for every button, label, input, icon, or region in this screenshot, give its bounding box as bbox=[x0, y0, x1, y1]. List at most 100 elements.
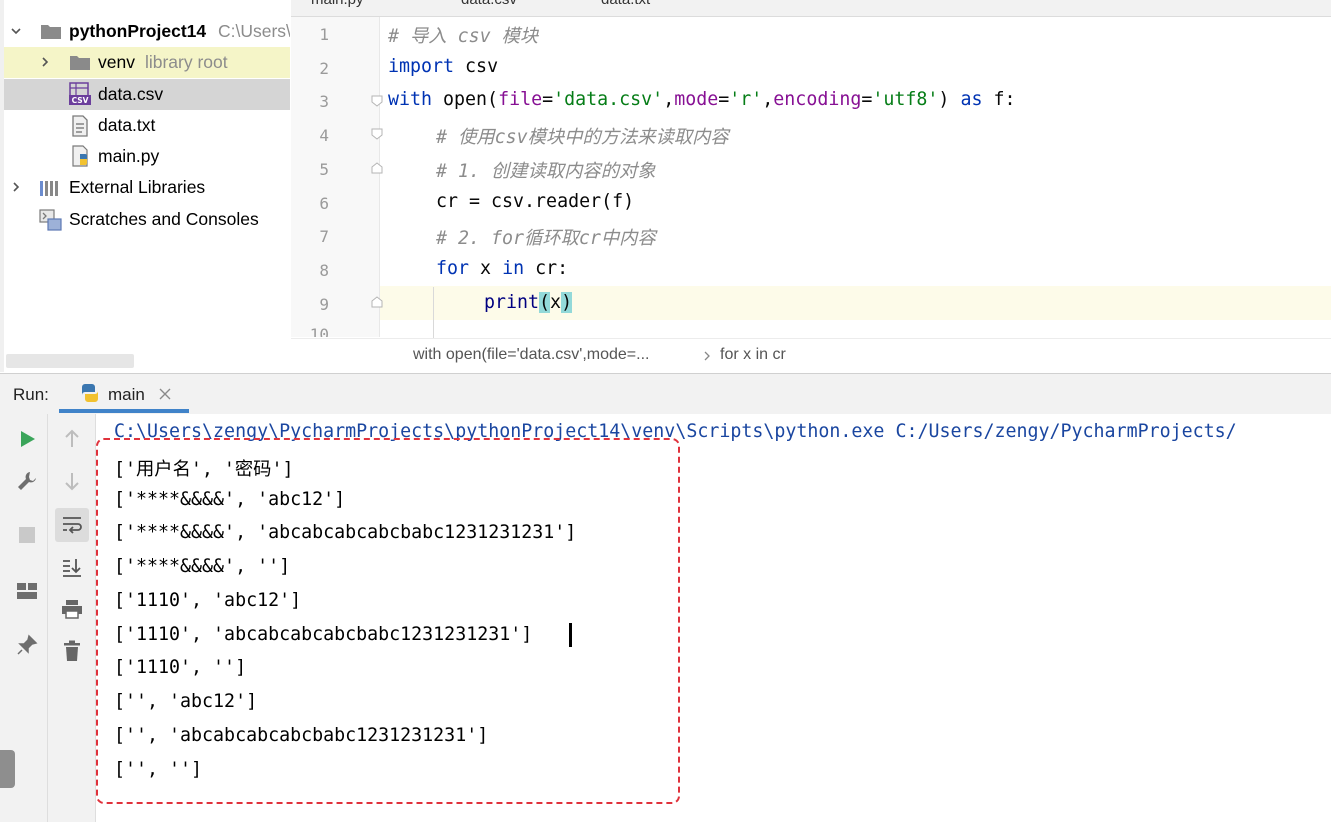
stop-icon bbox=[19, 527, 35, 543]
tree-item-main-py[interactable]: main.py bbox=[0, 141, 290, 172]
arrow-up-icon bbox=[65, 429, 79, 447]
tree-root[interactable]: pythonProject14 C:\Users\ bbox=[0, 16, 290, 47]
tab-main-py[interactable]: main.py bbox=[311, 0, 364, 8]
code-token: = bbox=[542, 89, 554, 110]
soft-wrap-button[interactable] bbox=[55, 508, 89, 542]
arrow-down-icon bbox=[65, 473, 79, 491]
soft-wrap-icon bbox=[63, 517, 82, 534]
breadcrumb-item[interactable]: with open(file='data.csv',mode=... bbox=[413, 346, 649, 364]
next-occurrence-button[interactable] bbox=[57, 466, 87, 496]
chevron-right-icon[interactable] bbox=[11, 182, 21, 192]
trash-icon bbox=[64, 640, 80, 661]
restore-layout-button[interactable] bbox=[12, 576, 42, 606]
project-horizontal-scrollbar[interactable] bbox=[6, 354, 134, 368]
tab-data-txt[interactable]: data.txt bbox=[601, 0, 650, 8]
code-line-6[interactable]: cr = csv.reader(f) bbox=[436, 191, 634, 212]
tree-item-venv[interactable]: venv library root bbox=[0, 47, 290, 78]
code-token: csv bbox=[454, 56, 499, 77]
clear-all-button[interactable] bbox=[57, 636, 87, 666]
breadcrumb-item[interactable]: for x in cr bbox=[720, 346, 786, 364]
line-number: 7 bbox=[319, 227, 329, 246]
line-number: 9 bbox=[319, 295, 329, 314]
side-panel-handle[interactable] bbox=[0, 750, 15, 788]
csv-file-icon: CSV bbox=[69, 82, 91, 105]
code-line-7[interactable]: # 2. for循环取cr中内容 bbox=[436, 224, 656, 250]
code-token: open( bbox=[432, 89, 499, 110]
text-file-icon bbox=[72, 115, 88, 137]
run-icon bbox=[21, 431, 35, 447]
code-token: encoding bbox=[773, 89, 862, 110]
tree-item-label: Scratches and Consoles bbox=[69, 209, 259, 229]
code-token: , bbox=[762, 89, 774, 110]
code-line-2[interactable]: import csv bbox=[388, 56, 498, 77]
fold-end-marker-icon[interactable] bbox=[371, 296, 383, 308]
output-highlight-box bbox=[96, 438, 680, 804]
wrench-icon bbox=[18, 472, 36, 490]
run-header: Run: main bbox=[0, 373, 1331, 414]
stop-button[interactable] bbox=[12, 520, 42, 550]
run-toolbar-secondary bbox=[48, 414, 96, 822]
code-token: 'data.csv' bbox=[553, 89, 664, 110]
run-tab-main[interactable]: main bbox=[108, 385, 145, 405]
scroll-end-icon bbox=[63, 559, 81, 577]
code-token: x bbox=[550, 292, 562, 313]
tree-item-external-libraries[interactable]: External Libraries bbox=[0, 172, 290, 203]
project-path: C:\Users\ bbox=[218, 21, 290, 41]
layout-icon bbox=[17, 583, 37, 599]
rerun-button[interactable] bbox=[12, 424, 42, 454]
code-line-1[interactable]: # 导入 csv 模块 bbox=[388, 22, 538, 48]
print-button[interactable] bbox=[57, 594, 87, 624]
close-icon[interactable] bbox=[159, 388, 171, 400]
code-line-8[interactable]: for x in cr: bbox=[436, 258, 568, 279]
code-token: mode bbox=[674, 89, 719, 110]
code-token: ) bbox=[938, 89, 961, 110]
bracket-match: ) bbox=[561, 292, 573, 313]
code-token: as bbox=[960, 89, 983, 110]
tree-item-data-csv[interactable]: CSV data.csv bbox=[0, 79, 290, 110]
editor-tab-bar: main.py data.csv data.txt bbox=[291, 0, 1331, 17]
code-token: f: bbox=[982, 89, 1016, 110]
venv-label: venv bbox=[98, 52, 135, 72]
tree-item-data-txt[interactable]: data.txt bbox=[0, 110, 290, 141]
code-token: file bbox=[498, 89, 543, 110]
tree-item-scratches[interactable]: Scratches and Consoles bbox=[0, 204, 290, 235]
chevron-down-icon[interactable] bbox=[11, 26, 21, 36]
line-number: 8 bbox=[319, 261, 329, 280]
line-number: 3 bbox=[319, 92, 329, 111]
fold-end-marker-icon[interactable] bbox=[371, 162, 383, 174]
tree-item-label: External Libraries bbox=[69, 177, 206, 197]
code-line-5[interactable]: # 1. 创建读取内容的对象 bbox=[436, 157, 656, 183]
scroll-to-end-button[interactable] bbox=[57, 552, 87, 582]
run-label: Run: bbox=[13, 385, 49, 404]
tab-data-csv[interactable]: data.csv bbox=[461, 0, 517, 8]
code-token: 'r' bbox=[729, 89, 763, 110]
code-line-9[interactable]: print(x) bbox=[484, 292, 573, 313]
folder-icon bbox=[70, 56, 90, 70]
code-token: with bbox=[388, 89, 433, 110]
project-panel: pythonProject14 C:\Users\ venv library ro… bbox=[0, 0, 290, 372]
code-token: cr: bbox=[524, 258, 569, 279]
code-line-3[interactable]: with open(file='data.csv',mode='r',encod… bbox=[388, 89, 1015, 110]
previous-occurrence-button[interactable] bbox=[57, 424, 87, 454]
tree-item-label: data.csv bbox=[98, 84, 164, 104]
run-tab-indicator bbox=[59, 409, 189, 413]
code-token: x bbox=[469, 258, 503, 279]
project-name: pythonProject14 bbox=[69, 21, 207, 41]
tree-item-label: main.py bbox=[98, 146, 160, 166]
chevron-right-icon[interactable] bbox=[40, 57, 50, 67]
line-number: 5 bbox=[319, 160, 329, 179]
window-edge bbox=[0, 0, 4, 372]
pin-tab-button[interactable] bbox=[12, 630, 42, 660]
line-number: 1 bbox=[319, 25, 329, 44]
line-number: 10 bbox=[309, 325, 329, 337]
code-line-4[interactable]: # 使用csv模块中的方法来读取内容 bbox=[436, 123, 729, 149]
code-token: for bbox=[436, 258, 470, 279]
folder-icon bbox=[41, 25, 61, 39]
line-number: 2 bbox=[319, 59, 329, 78]
fold-marker-icon[interactable] bbox=[371, 128, 383, 140]
settings-button[interactable] bbox=[12, 466, 42, 496]
code-token: 'utf8' bbox=[872, 89, 939, 110]
code-token: = bbox=[718, 89, 730, 110]
library-root-note: library root bbox=[144, 52, 228, 72]
fold-marker-icon[interactable] bbox=[371, 95, 383, 107]
